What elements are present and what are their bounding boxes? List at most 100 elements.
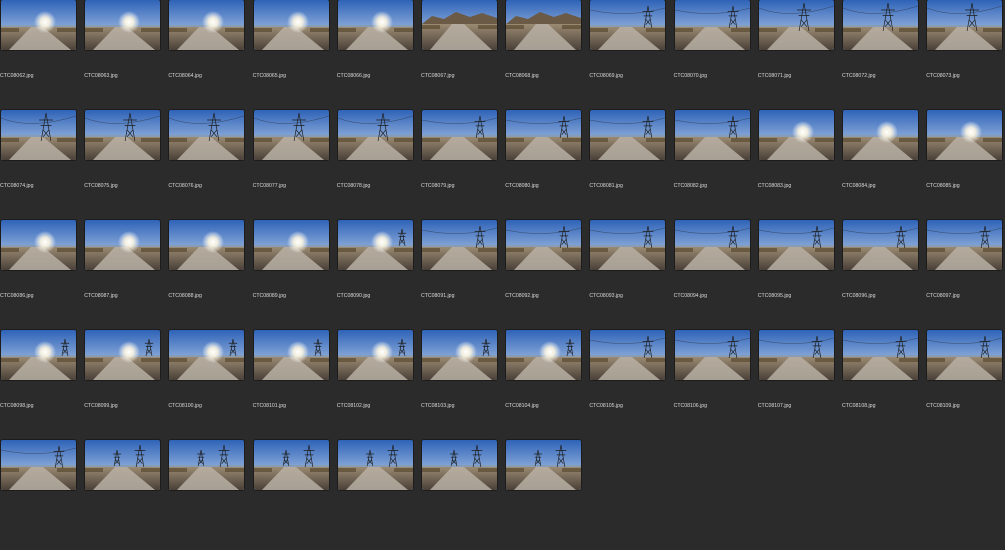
thumbnail-image[interactable] — [590, 110, 666, 160]
thumbnail-item[interactable]: CTC08078.jpg — [337, 110, 421, 220]
thumbnail-item[interactable]: CTC08101.jpg — [253, 330, 337, 440]
thumbnail-item[interactable]: CTC08070.jpg — [674, 0, 758, 110]
thumbnail-image[interactable] — [506, 220, 582, 270]
thumbnail-image[interactable] — [506, 110, 582, 160]
thumbnail-item[interactable]: CTC08080.jpg — [505, 110, 589, 220]
thumbnail-item[interactable]: CTC08069.jpg — [589, 0, 673, 110]
thumbnail-item[interactable]: CTC08093.jpg — [589, 220, 673, 330]
thumbnail-image[interactable] — [674, 220, 750, 270]
thumbnail-item[interactable]: CTC08097.jpg — [926, 220, 1005, 330]
thumbnail-item[interactable] — [421, 440, 505, 550]
thumbnail-item[interactable]: CTC08067.jpg — [421, 0, 505, 110]
thumbnail-image[interactable] — [337, 330, 413, 380]
thumbnail-image[interactable] — [758, 330, 834, 380]
thumbnail-image[interactable] — [85, 220, 161, 270]
thumbnail-item[interactable]: CTC08072.jpg — [842, 0, 926, 110]
thumbnail-image[interactable] — [422, 330, 497, 380]
thumbnail-item[interactable]: CTC08077.jpg — [253, 110, 337, 220]
thumbnail-image[interactable] — [169, 0, 245, 50]
thumbnail-image[interactable] — [253, 220, 329, 270]
thumbnail-item[interactable]: CTC08094.jpg — [674, 220, 758, 330]
thumbnail-image[interactable] — [843, 110, 918, 160]
thumbnail-image[interactable] — [843, 330, 918, 380]
thumbnail-item[interactable]: CTC08096.jpg — [842, 220, 926, 330]
thumbnail-image[interactable] — [927, 0, 1003, 50]
thumbnail-image[interactable] — [506, 0, 582, 50]
thumbnail-item[interactable]: CTC08085.jpg — [926, 110, 1005, 220]
thumbnail-image[interactable] — [758, 110, 834, 160]
thumbnail-image[interactable] — [253, 330, 329, 380]
thumbnail-image[interactable] — [927, 220, 1003, 270]
thumbnail-image[interactable] — [927, 110, 1003, 160]
thumbnail-item[interactable]: CTC08095.jpg — [758, 220, 842, 330]
thumbnail-image[interactable] — [337, 110, 413, 160]
thumbnail-image[interactable] — [1, 440, 76, 490]
thumbnail-item[interactable]: CTC08105.jpg — [589, 330, 673, 440]
thumbnail-image[interactable] — [506, 440, 582, 490]
thumbnail-item[interactable]: CTC08100.jpg — [168, 330, 252, 440]
thumbnail-image[interactable] — [337, 0, 413, 50]
thumbnail-image[interactable] — [422, 0, 497, 50]
thumbnail-image[interactable] — [85, 110, 161, 160]
thumbnail-image[interactable] — [674, 0, 750, 50]
thumbnail-item[interactable]: CTC08074.jpg — [0, 110, 84, 220]
thumbnail-item[interactable] — [505, 440, 589, 550]
thumbnail-item[interactable]: CTC08075.jpg — [84, 110, 168, 220]
thumbnail-item[interactable]: CTC08076.jpg — [168, 110, 252, 220]
thumbnail-item[interactable]: CTC08108.jpg — [842, 330, 926, 440]
thumbnail-item[interactable]: CTC08086.jpg — [0, 220, 84, 330]
thumbnail-item[interactable]: CTC08065.jpg — [253, 0, 337, 110]
thumbnail-image[interactable] — [758, 220, 834, 270]
thumbnail-image[interactable] — [85, 440, 161, 490]
thumbnail-image[interactable] — [843, 220, 918, 270]
thumbnail-image[interactable] — [85, 0, 161, 50]
thumbnail-image[interactable] — [169, 110, 245, 160]
thumbnail-item[interactable]: CTC08082.jpg — [674, 110, 758, 220]
thumbnail-item[interactable]: CTC08068.jpg — [505, 0, 589, 110]
thumbnail-item[interactable]: CTC08106.jpg — [674, 330, 758, 440]
thumbnail-item[interactable] — [168, 440, 252, 550]
thumbnail-item[interactable]: CTC08063.jpg — [84, 0, 168, 110]
thumbnail-image[interactable] — [422, 220, 497, 270]
thumbnail-item[interactable]: CTC08098.jpg — [0, 330, 84, 440]
thumbnail-item[interactable]: CTC08103.jpg — [421, 330, 505, 440]
thumbnail-image[interactable] — [674, 110, 750, 160]
thumbnail-image[interactable] — [590, 330, 666, 380]
thumbnail-image[interactable] — [169, 220, 245, 270]
thumbnail-item[interactable]: CTC08091.jpg — [421, 220, 505, 330]
thumbnail-item[interactable]: CTC08087.jpg — [84, 220, 168, 330]
thumbnail-image[interactable] — [1, 0, 76, 50]
thumbnail-item[interactable]: CTC08062.jpg — [0, 0, 84, 110]
thumbnail-item[interactable]: CTC08088.jpg — [168, 220, 252, 330]
thumbnail-image[interactable] — [169, 330, 245, 380]
thumbnail-item[interactable]: CTC08079.jpg — [421, 110, 505, 220]
thumbnail-item[interactable] — [84, 440, 168, 550]
thumbnail-image[interactable] — [1, 330, 76, 380]
thumbnail-item[interactable]: CTC08099.jpg — [84, 330, 168, 440]
thumbnail-image[interactable] — [253, 440, 329, 490]
thumbnail-item[interactable] — [253, 440, 337, 550]
thumbnail-image[interactable] — [422, 110, 497, 160]
thumbnail-image[interactable] — [253, 110, 329, 160]
thumbnail-image[interactable] — [422, 440, 497, 490]
thumbnail-item[interactable]: CTC08092.jpg — [505, 220, 589, 330]
thumbnail-image[interactable] — [337, 220, 413, 270]
thumbnail-item[interactable]: CTC08109.jpg — [926, 330, 1005, 440]
thumbnail-item[interactable]: CTC08089.jpg — [253, 220, 337, 330]
thumbnail-item[interactable]: CTC08083.jpg — [758, 110, 842, 220]
thumbnail-image[interactable] — [590, 220, 666, 270]
thumbnail-item[interactable] — [0, 440, 84, 550]
thumbnail-image[interactable] — [169, 440, 245, 490]
thumbnail-image[interactable] — [1, 110, 76, 160]
thumbnail-item[interactable]: CTC08102.jpg — [337, 330, 421, 440]
thumbnail-image[interactable] — [674, 330, 750, 380]
thumbnail-image[interactable] — [927, 330, 1003, 380]
thumbnail-item[interactable]: CTC08066.jpg — [337, 0, 421, 110]
thumbnail-image[interactable] — [253, 0, 329, 50]
thumbnail-item[interactable]: CTC08064.jpg — [168, 0, 252, 110]
thumbnail-image[interactable] — [337, 440, 413, 490]
thumbnail-image[interactable] — [590, 0, 666, 50]
thumbnail-item[interactable]: CTC08090.jpg — [337, 220, 421, 330]
thumbnail-item[interactable] — [337, 440, 421, 550]
thumbnail-item[interactable]: CTC08107.jpg — [758, 330, 842, 440]
